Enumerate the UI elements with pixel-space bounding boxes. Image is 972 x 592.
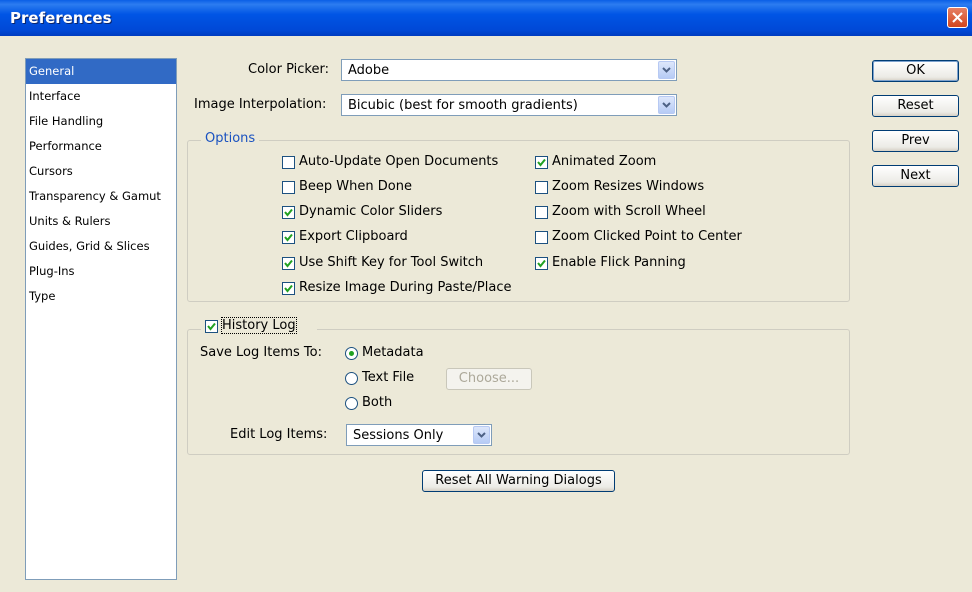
radio-circle (345, 347, 358, 360)
checkbox-box (282, 156, 295, 169)
sidebar-item-general[interactable]: General (26, 59, 176, 84)
radio-label: Both (362, 395, 393, 410)
checkmark-icon (537, 158, 546, 167)
checkmark-icon (537, 259, 546, 268)
checkbox-label: Zoom Clicked Point to Center (552, 229, 742, 244)
prev-button[interactable]: Prev (872, 130, 959, 152)
checkbox-box (535, 181, 548, 194)
checkbox-label: Zoom Resizes Windows (552, 179, 705, 194)
radio-label: Metadata (362, 345, 424, 360)
edit-log-items-select[interactable]: Sessions Only (346, 424, 492, 446)
category-list: General Interface File Handling Performa… (25, 58, 177, 580)
checkbox-box (282, 181, 295, 194)
save-log-items-label: Save Log Items To: (200, 345, 322, 360)
image-interpolation-dropdown-button[interactable] (658, 96, 675, 114)
radio-circle (345, 372, 358, 385)
reset-button[interactable]: Reset (872, 95, 959, 117)
checkbox-box (535, 257, 548, 270)
checkbox-label: Dynamic Color Sliders (299, 204, 443, 219)
checkbox-label: Export Clipboard (299, 229, 408, 244)
sidebar-item-type[interactable]: Type (26, 284, 176, 309)
edit-log-items-value: Sessions Only (353, 428, 444, 443)
checkbox-label: Animated Zoom (552, 154, 657, 169)
checkbox-label: Enable Flick Panning (552, 255, 686, 270)
sidebar-item-cursors[interactable]: Cursors (26, 159, 176, 184)
image-interpolation-select[interactable]: Bicubic (best for smooth gradients) (341, 94, 677, 116)
choose-button[interactable]: Choose... (446, 368, 532, 390)
checkbox-label: Resize Image During Paste/Place (299, 280, 512, 295)
color-picker-value: Adobe (348, 63, 390, 78)
checkbox-label: Use Shift Key for Tool Switch (299, 255, 484, 270)
chevron-down-icon (662, 102, 671, 108)
color-picker-label: Color Picker: (248, 62, 329, 77)
close-icon (952, 12, 963, 23)
image-interpolation-label: Image Interpolation: (194, 97, 327, 112)
edit-log-items-dropdown-button[interactable] (473, 426, 490, 444)
checkmark-icon (284, 208, 293, 217)
sidebar-item-plug-ins[interactable]: Plug-Ins (26, 259, 176, 284)
chevron-down-icon (662, 67, 671, 73)
checkbox-box (535, 231, 548, 244)
checkbox-label: Zoom with Scroll Wheel (552, 204, 706, 219)
checkbox-box (535, 206, 548, 219)
checkmark-icon (284, 233, 293, 242)
radio-label: Text File (362, 370, 415, 385)
preferences-dialog: Preferences General Interface File Handl… (0, 0, 972, 592)
title-bar[interactable]: Preferences (0, 0, 972, 36)
checkbox-box (282, 231, 295, 244)
checkbox-box (205, 320, 218, 333)
edit-log-items-label: Edit Log Items: (230, 427, 328, 442)
sidebar-item-guides-grid-slices[interactable]: Guides, Grid & Slices (26, 234, 176, 259)
sidebar-item-transparency-gamut[interactable]: Transparency & Gamut (26, 184, 176, 209)
checkmark-icon (284, 259, 293, 268)
ok-button[interactable]: OK (872, 60, 959, 82)
checkmark-icon (207, 322, 216, 331)
history-log-checkbox[interactable]: History Log (201, 317, 317, 336)
checkbox-box (535, 156, 548, 169)
checkbox-box (282, 257, 295, 270)
options-legend: Options (201, 131, 260, 146)
sidebar-item-interface[interactable]: Interface (26, 84, 176, 109)
sidebar-item-units-rulers[interactable]: Units & Rulers (26, 209, 176, 234)
checkbox-box (282, 282, 295, 295)
sidebar-item-file-handling[interactable]: File Handling (26, 109, 176, 134)
chevron-down-icon (477, 432, 486, 438)
radio-circle (345, 397, 358, 410)
color-picker-dropdown-button[interactable] (658, 61, 675, 79)
image-interpolation-value: Bicubic (best for smooth gradients) (348, 98, 578, 113)
next-button[interactable]: Next (872, 165, 959, 187)
reset-all-warning-dialogs-button[interactable]: Reset All Warning Dialogs (422, 470, 615, 492)
history-log-label: History Log (221, 317, 297, 334)
checkbox-label: Beep When Done (299, 179, 412, 194)
checkbox-label: Auto-Update Open Documents (299, 154, 499, 169)
checkbox-box (282, 206, 295, 219)
color-picker-select[interactable]: Adobe (341, 59, 677, 81)
window-title: Preferences (10, 9, 112, 27)
sidebar-item-performance[interactable]: Performance (26, 134, 176, 159)
checkmark-icon (284, 284, 293, 293)
close-button[interactable] (947, 7, 968, 28)
